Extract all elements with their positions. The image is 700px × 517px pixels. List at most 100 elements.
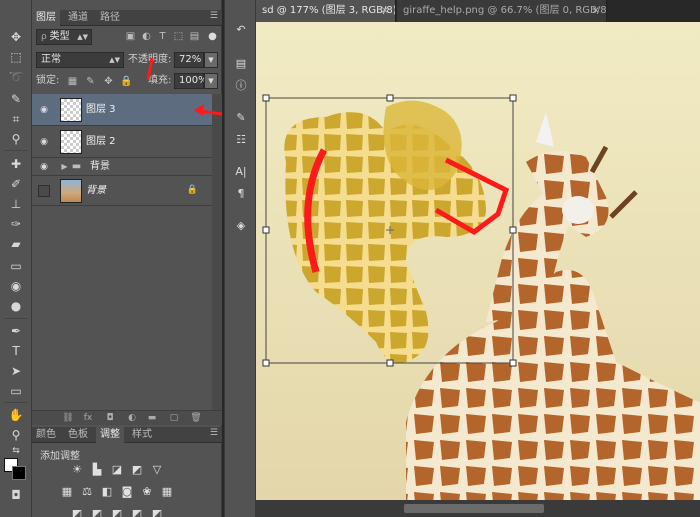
layers-panel: 图层 通道 路径 ☰ ρ 类型 ▲▼ ▣ ◐ T ⬚ ▤ ● 正常 ▲▼ 不透明度:… xyxy=(32,0,222,425)
exposure-icon[interactable]: ◩ xyxy=(130,463,144,477)
tab-channels[interactable]: 通道 xyxy=(64,10,92,26)
marquee-tool-icon[interactable]: ⬚ xyxy=(6,48,26,66)
paragraph-icon[interactable]: ¶ xyxy=(233,186,249,202)
posterize-icon[interactable]: ◩ xyxy=(90,507,104,517)
visibility-eye-icon[interactable]: ◉ xyxy=(38,161,50,173)
opacity-input[interactable]: 72% xyxy=(174,52,204,68)
history-icon[interactable]: ↶ xyxy=(233,22,249,38)
link-icon[interactable]: ⛓ xyxy=(62,412,74,424)
fill-input[interactable]: 100% xyxy=(174,73,208,89)
tab-paths[interactable]: 路径 xyxy=(96,10,124,26)
layer-row-group[interactable]: ◉ ▶ ▬ 背景 xyxy=(32,158,212,176)
fill-dropdown-icon[interactable]: ▼ xyxy=(204,73,218,89)
lock-pixels-icon[interactable]: ✎ xyxy=(84,75,97,88)
giraffe-muzzle xyxy=(562,196,594,224)
filter-toggle-icon[interactable]: ● xyxy=(206,30,219,43)
stamp-tool-icon[interactable]: ⊥ xyxy=(6,195,26,213)
folder-icon[interactable]: ▬ xyxy=(146,412,158,424)
visibility-toggle-empty[interactable] xyxy=(38,185,50,197)
adjustment-icon[interactable]: ◐ xyxy=(126,412,138,424)
healing-tool-icon[interactable]: ✚ xyxy=(6,155,26,173)
character-icon[interactable]: A| xyxy=(233,164,249,180)
gradient-tool-icon[interactable]: ▭ xyxy=(6,257,26,275)
panel-menu-icon[interactable]: ☰ xyxy=(210,11,218,21)
panel-menu-icon[interactable]: ☰ xyxy=(210,428,218,438)
tab-styles[interactable]: 样式 xyxy=(128,427,156,443)
folder-icon: ▬ xyxy=(71,161,82,172)
selective-color-icon[interactable]: ◩ xyxy=(150,507,164,517)
tab-layers[interactable]: 图层 xyxy=(32,10,60,26)
levels-icon[interactable]: ▙ xyxy=(90,463,104,477)
horizontal-scrollbar[interactable] xyxy=(256,500,700,517)
canvas[interactable] xyxy=(256,22,700,500)
pen-tool-icon[interactable]: ✒ xyxy=(6,322,26,340)
brightness-icon[interactable]: ☀ xyxy=(70,463,84,477)
hue-sat-icon[interactable]: ▦ xyxy=(60,485,74,499)
threshold-icon[interactable]: ◩ xyxy=(110,507,124,517)
history-brush-icon[interactable]: ✑ xyxy=(6,215,26,233)
actions-icon[interactable]: ▤ xyxy=(233,56,249,72)
brush-preset-icon[interactable]: ✎ xyxy=(233,110,249,126)
blend-mode-select[interactable]: 正常 ▲▼ xyxy=(36,52,124,68)
panel-dock: ↶ ▤ ⓘ ✎ ☷ A| ¶ ◈ xyxy=(224,0,256,517)
gradient-map-icon[interactable]: ◩ xyxy=(130,507,144,517)
3d-icon[interactable]: ◈ xyxy=(233,218,249,234)
filter-smart-icon[interactable]: ▤ xyxy=(188,30,201,43)
photo-filter-icon[interactable]: ◙ xyxy=(120,485,134,499)
layers-scrollbar[interactable] xyxy=(212,94,222,412)
new-layer-icon[interactable]: ▢ xyxy=(168,412,180,424)
vibrance-icon[interactable]: ▽ xyxy=(150,463,164,477)
tab-swatches[interactable]: 色板 xyxy=(64,427,92,443)
tab-color[interactable]: 颜色 xyxy=(32,427,60,443)
blend-mode-value: 正常 xyxy=(41,54,61,65)
doc-tab-giraffe[interactable]: giraffe_help.png @ 66.7% (图层 0, RGB/8) × xyxy=(397,0,607,22)
lasso-tool-icon[interactable]: ➰ xyxy=(6,68,26,86)
filter-adjust-icon[interactable]: ◐ xyxy=(140,30,153,43)
tab-adjustments[interactable]: 调整 xyxy=(96,427,124,443)
brush-tool-icon[interactable]: ✐ xyxy=(6,175,26,193)
mask-icon[interactable]: ◘ xyxy=(104,412,116,424)
close-icon[interactable]: × xyxy=(381,0,389,22)
blur-tool-icon[interactable]: ◉ xyxy=(6,277,26,295)
lock-transparent-icon[interactable]: ▦ xyxy=(66,75,79,88)
curves-icon[interactable]: ◪ xyxy=(110,463,124,477)
move-tool-icon[interactable]: ✥ xyxy=(6,28,26,46)
filter-shape-icon[interactable]: ⬚ xyxy=(172,30,185,43)
quick-select-tool-icon[interactable]: ✎ xyxy=(6,90,26,108)
layer-row-background[interactable]: 背景 🔒 xyxy=(32,176,212,206)
color-lookup-icon[interactable]: ▦ xyxy=(160,485,174,499)
properties-icon[interactable]: ☷ xyxy=(233,132,249,148)
layer-name: 图层 2 xyxy=(86,136,116,147)
visibility-eye-icon[interactable]: ◉ xyxy=(38,136,50,148)
dodge-tool-icon[interactable]: ● xyxy=(6,297,26,315)
eyedropper-tool-icon[interactable]: ⚲ xyxy=(6,130,26,148)
opacity-dropdown-icon[interactable]: ▼ xyxy=(204,52,218,68)
background-color-swatch[interactable] xyxy=(12,466,26,480)
quick-mask-icon[interactable]: ◘ xyxy=(6,486,26,504)
visibility-eye-icon[interactable]: ◉ xyxy=(38,104,50,116)
type-tool-icon[interactable]: T xyxy=(6,342,26,360)
crop-tool-icon[interactable]: ⌗ xyxy=(6,110,26,128)
layer-name: 图层 3 xyxy=(86,104,116,115)
path-select-tool-icon[interactable]: ➤ xyxy=(6,362,26,380)
filter-type-icon[interactable]: T xyxy=(156,30,169,43)
layer-row-layer3[interactable]: ◉ 图层 3 xyxy=(32,94,212,126)
layer-filter-select[interactable]: ρ 类型 ▲▼ xyxy=(36,29,92,45)
lock-all-icon[interactable]: 🔒 xyxy=(120,75,133,88)
filter-pixel-icon[interactable]: ▣ xyxy=(124,30,137,43)
black-white-icon[interactable]: ◧ xyxy=(100,485,114,499)
doc-tab-active[interactable]: sd @ 177% (图层 3, RGB/8) * × xyxy=(256,0,396,22)
info-icon[interactable]: ⓘ xyxy=(233,78,249,94)
hand-tool-icon[interactable]: ✋ xyxy=(6,406,26,424)
trash-icon[interactable]: 🗑 xyxy=(190,412,202,424)
channel-mixer-icon[interactable]: ❀ xyxy=(140,485,154,499)
lock-position-icon[interactable]: ✥ xyxy=(102,75,115,88)
fx-icon[interactable]: fx xyxy=(82,412,94,424)
scrollbar-thumb[interactable] xyxy=(404,504,544,513)
close-icon[interactable]: × xyxy=(592,0,600,22)
shape-tool-icon[interactable]: ▭ xyxy=(6,382,26,400)
eraser-tool-icon[interactable]: ▰ xyxy=(6,235,26,253)
layer-row-layer2[interactable]: ◉ 图层 2 xyxy=(32,126,212,158)
color-balance-icon[interactable]: ⚖ xyxy=(80,485,94,499)
invert-icon[interactable]: ◩ xyxy=(70,507,84,517)
